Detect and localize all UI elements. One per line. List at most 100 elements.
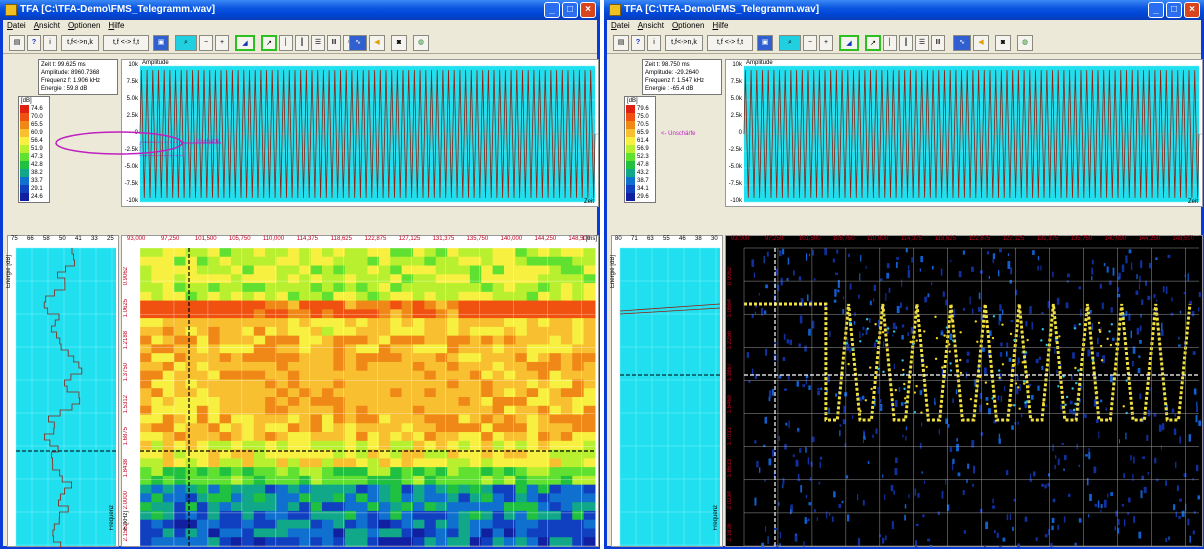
tag-icon[interactable]: ◙ — [391, 35, 407, 51]
spectrogram-icon[interactable]: ∿ — [953, 35, 971, 51]
close-button[interactable]: × — [580, 2, 596, 18]
spectrogram-cell — [196, 248, 209, 258]
spectrogram-noise — [1165, 480, 1168, 486]
spectrogram-cell — [515, 291, 528, 302]
arrow-select-icon[interactable]: ↗ — [865, 35, 881, 51]
vertical-lines-icon[interactable]: Ⅲ — [327, 35, 341, 51]
spectrogram-cell — [185, 318, 198, 328]
spectrogram-panel[interactable] — [725, 235, 1204, 548]
minimize-button[interactable]: _ — [544, 2, 560, 18]
menu-optionen[interactable]: Optionen — [68, 20, 100, 32]
amplitude-panel[interactable]: Amplitude Zeit 10k 7.5k 5.0k 2.5k 0 -2.5k -5.0… — [725, 59, 1203, 207]
menu-optionen[interactable]: Optionen — [672, 20, 704, 32]
zoom-out-icon[interactable]: − — [803, 35, 817, 51]
speaker-icon[interactable]: ◀ — [369, 35, 385, 51]
spectrogram-noise — [999, 248, 1002, 253]
spectrogram-cell — [242, 370, 255, 380]
tf-swap-button[interactable]: t,f <-> f,t — [707, 35, 753, 51]
close-button[interactable]: × — [1184, 2, 1200, 18]
spectrogram-noise — [1097, 337, 1099, 345]
cursor-mode-icon[interactable]: ◢ — [235, 35, 255, 51]
tfk-toggle-button[interactable]: t,f<->n,k — [665, 35, 703, 51]
horizontal-lines-icon[interactable]: ☰ — [311, 35, 325, 51]
maximize-button[interactable]: □ — [562, 2, 578, 18]
spectrogram[interactable] — [122, 236, 600, 548]
open-folder-icon[interactable]: ▤ — [613, 35, 629, 51]
spectrogram-noise — [1198, 420, 1202, 427]
open-folder-icon[interactable]: ▤ — [9, 35, 25, 51]
spectrogram-cell — [208, 318, 221, 328]
spectrogram-cell — [219, 344, 232, 354]
spectrogram-cell — [310, 537, 323, 547]
display-icon[interactable]: ▣ — [757, 35, 773, 51]
zoom-icon[interactable]: ⌕ — [779, 35, 801, 51]
spectrogram-noise — [1016, 374, 1019, 381]
spectrogram-spot — [912, 342, 915, 346]
maximize-button[interactable]: □ — [1166, 2, 1182, 18]
menu-hilfe[interactable]: Hilfe — [108, 20, 124, 32]
spectrogram-cell — [378, 388, 391, 398]
menu-hilfe[interactable]: Hilfe — [712, 20, 728, 32]
zoom-out-icon[interactable]: − — [199, 35, 213, 51]
energy-panel[interactable] — [7, 235, 120, 548]
legend-entry: 47.8 — [626, 161, 654, 169]
tag-icon[interactable]: ◙ — [995, 35, 1011, 51]
spectrogram-noise — [1017, 543, 1021, 548]
help-icon[interactable]: ? — [27, 35, 41, 51]
globe-icon[interactable]: ◍ — [413, 35, 429, 51]
speaker-icon[interactable]: ◀ — [973, 35, 989, 51]
double-line-icon[interactable]: ║ — [899, 35, 913, 51]
horizontal-lines-icon[interactable]: ☰ — [915, 35, 929, 51]
help-icon[interactable]: ? — [631, 35, 645, 51]
vertical-lines-icon[interactable]: Ⅲ — [931, 35, 945, 51]
tfk-toggle-button[interactable]: t,f<->n,k — [61, 35, 99, 51]
spectrogram-cell — [231, 440, 243, 451]
spectrogram-noise — [824, 248, 827, 256]
spectrogram-cell — [242, 283, 255, 293]
unschaerfe-label: <- Unschärfe — [661, 131, 696, 137]
spectrogram-noise — [832, 258, 835, 263]
zoom-in-icon[interactable]: + — [819, 35, 833, 51]
spectrogram-cell — [378, 353, 391, 363]
double-line-icon[interactable]: ║ — [295, 35, 309, 51]
arrow-select-icon[interactable]: ↗ — [261, 35, 277, 51]
tf-swap-button[interactable]: t,f <-> f,t — [103, 35, 149, 51]
spectrogram-noise — [949, 446, 952, 449]
menu-datei[interactable]: Datei — [7, 20, 26, 32]
spectrogram-spot — [949, 369, 953, 372]
spectrogram-cell — [560, 335, 573, 345]
spectrogram-spot — [1013, 404, 1016, 407]
window-title: TFA [C:\TFA-Demo\FMS_Telegramm.wav] — [624, 4, 820, 15]
spectrogram-icon[interactable]: ∿ — [349, 35, 367, 51]
display-icon[interactable]: ▣ — [153, 35, 169, 51]
spectrogram-noise — [1137, 367, 1141, 374]
cursor-mode-icon[interactable]: ◢ — [839, 35, 859, 51]
menu-ansicht[interactable]: Ansicht — [638, 20, 664, 32]
zoom-icon[interactable]: ⌕ — [175, 35, 197, 51]
spectrogram-panel[interactable] — [121, 235, 599, 547]
spectrogram-cell — [538, 353, 550, 363]
menu-datei[interactable]: Datei — [611, 20, 630, 32]
menu-ansicht[interactable]: Ansicht — [34, 20, 60, 32]
spectrogram-spot — [904, 401, 907, 405]
spectrogram-cell — [196, 318, 209, 328]
spectrogram-cell — [299, 274, 312, 284]
spectrogram-noise — [979, 270, 983, 274]
energy-curve[interactable] — [612, 236, 724, 548]
main-area: Zeit t: 99.625 ms Amplitude: 8960.7368 F… — [3, 55, 599, 548]
amplitude-waveform[interactable] — [726, 60, 1204, 208]
info-icon[interactable]: i — [647, 35, 661, 51]
globe-icon[interactable]: ◍ — [1017, 35, 1033, 51]
spectrogram-noise — [881, 537, 885, 544]
minimize-button[interactable]: _ — [1148, 2, 1164, 18]
spectrogram-cell — [549, 283, 562, 293]
zoom-in-icon[interactable]: + — [215, 35, 229, 51]
spectrogram-cell — [572, 370, 585, 380]
single-line-icon[interactable]: │ — [883, 35, 897, 51]
energy-curve[interactable] — [8, 236, 120, 548]
info-icon[interactable]: i — [43, 35, 57, 51]
spectrogram-cell — [242, 274, 255, 284]
spectrogram[interactable] — [726, 236, 1204, 548]
energy-panel[interactable] — [611, 235, 723, 547]
single-line-icon[interactable]: │ — [279, 35, 293, 51]
